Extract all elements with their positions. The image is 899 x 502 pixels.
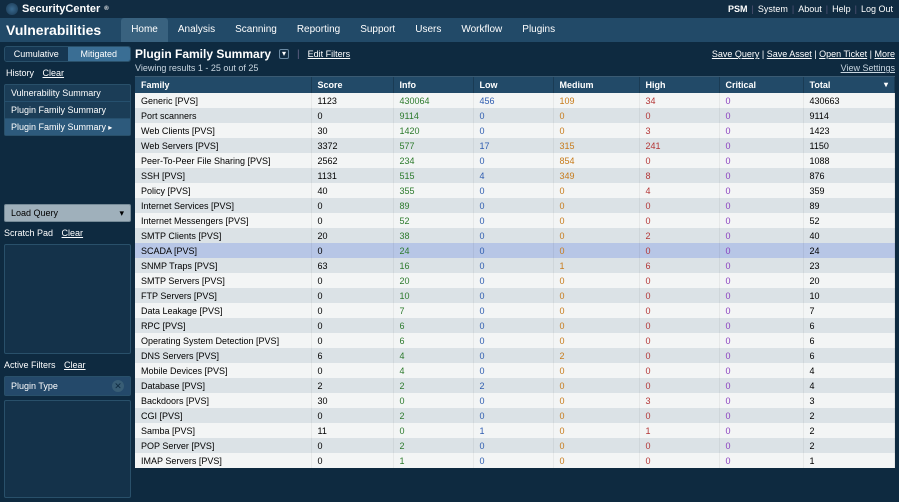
nav-item[interactable]: Vulnerability Summary [5,85,130,102]
col-header-score[interactable]: Score [311,77,393,93]
cumulative-mitigated-toggle[interactable]: Cumulative Mitigated [4,46,131,62]
header-link-more[interactable]: More [874,49,895,59]
col-header-high[interactable]: High [639,77,719,93]
load-query-label: Load Query [11,208,58,218]
scratch-clear-link[interactable]: Clear [62,228,84,238]
history-clear-link[interactable]: Clear [43,68,65,78]
table-row[interactable]: Port scanners0911400009114 [135,108,895,123]
scratch-pad[interactable] [4,244,131,354]
menu-analysis[interactable]: Analysis [168,18,225,42]
header-link-open-ticket[interactable]: Open Ticket [819,49,867,59]
table-row[interactable]: IMAP Servers [PVS]0100001 [135,453,895,468]
header-link-save-asset[interactable]: Save Asset [767,49,812,59]
table-row[interactable]: SCADA [PVS]024000024 [135,243,895,258]
edit-filters-link[interactable]: Edit Filters [308,49,351,59]
table-row[interactable]: SNMP Traps [PVS]6316016023 [135,258,895,273]
brand-text: SecurityCenter [22,3,100,15]
table-row[interactable]: Mobile Devices [PVS]0400004 [135,363,895,378]
active-filter-row[interactable]: Plugin Type✕ [5,377,130,395]
toggle-mitigated[interactable]: Mitigated [68,47,131,61]
brand-icon [6,3,18,15]
toggle-cumulative[interactable]: Cumulative [5,47,68,61]
top-links: PSM|System|About|Help|Log Out [728,4,893,14]
table-row[interactable]: Generic [PVS]1123430064456109340430663 [135,93,895,108]
table-row[interactable]: Peer-To-Peer File Sharing [PVS]256223408… [135,153,895,168]
menu-users[interactable]: Users [405,18,451,42]
col-header-total[interactable]: Total [803,77,895,93]
menu-support[interactable]: Support [350,18,405,42]
history-label: History [6,68,34,78]
table-row[interactable]: Policy [PVS]403550040359 [135,183,895,198]
toplink-psm[interactable]: PSM [728,4,748,14]
chevron-down-icon: ▾ [119,208,124,219]
content: Plugin Family Summary ▾ | Edit Filters S… [135,42,899,502]
menu-workflow[interactable]: Workflow [451,18,512,42]
col-header-info[interactable]: Info [393,77,473,93]
table-row[interactable]: CGI [PVS]0200002 [135,408,895,423]
table-row[interactable]: SMTP Servers [PVS]020000020 [135,273,895,288]
scratch-pad-header: Scratch Pad Clear [4,226,131,240]
menu-reporting[interactable]: Reporting [287,18,350,42]
history-row: History Clear [4,66,131,80]
filters-clear-link[interactable]: Clear [64,360,86,370]
menu-scanning[interactable]: Scanning [225,18,287,42]
table-row[interactable]: FTP Servers [PVS]010000010 [135,288,895,303]
toplink-log-out[interactable]: Log Out [861,4,893,14]
app-title: Vulnerabilities [6,22,101,38]
load-query-dropdown[interactable]: Load Query ▾ [4,204,131,222]
sidebar-spacer [4,400,131,498]
col-header-low[interactable]: Low [473,77,553,93]
brand: SecurityCenter ® [6,3,109,15]
header-link-save-query[interactable]: Save Query [712,49,760,59]
menubar: Vulnerabilities HomeAnalysisScanningRepo… [0,18,899,42]
active-filters-header: Active Filters Clear [4,358,131,372]
table-row[interactable]: POP Server [PVS]0200002 [135,438,895,453]
active-filters: Plugin Type✕ [4,376,131,396]
table-row[interactable]: RPC [PVS]0600006 [135,318,895,333]
col-header-critical[interactable]: Critical [719,77,803,93]
toplink-about[interactable]: About [798,4,822,14]
table-row[interactable]: Samba [PVS]11010102 [135,423,895,438]
table-row[interactable]: SSH [PVS]1131515434980876 [135,168,895,183]
viewing-results: Viewing results 1 - 25 out of 25 [135,63,258,73]
close-icon[interactable]: ✕ [112,380,124,392]
view-settings-link[interactable]: View Settings [841,63,895,73]
brand-tm: ® [104,6,108,12]
table-row[interactable]: Web Servers [PVS]33725771731524101150 [135,138,895,153]
table-row[interactable]: Data Leakage [PVS]0700007 [135,303,895,318]
nav-item[interactable]: Plugin Family Summary [5,119,130,135]
table-row[interactable]: Web Clients [PVS]30142000301423 [135,123,895,138]
toplink-help[interactable]: Help [832,4,851,14]
page-title: Plugin Family Summary [135,47,271,61]
table-row[interactable]: Internet Services [PVS]089000089 [135,198,895,213]
menu-home[interactable]: Home [121,18,168,42]
col-header-medium[interactable]: Medium [553,77,639,93]
plugin-family-table: FamilyScoreInfoLowMediumHighCriticalTota… [135,77,895,468]
table-row[interactable]: Database [PVS]2220004 [135,378,895,393]
table-row[interactable]: Backdoors [PVS]30000303 [135,393,895,408]
sidebar: Cumulative Mitigated History Clear Vulne… [0,42,135,502]
header-links: Save Query | Save Asset | Open Ticket | … [712,49,895,59]
history-nav: Vulnerability SummaryPlugin Family Summa… [4,84,131,136]
table-row[interactable]: Internet Messengers [PVS]052000052 [135,213,895,228]
table-row[interactable]: SMTP Clients [PVS]2038002040 [135,228,895,243]
table-row[interactable]: Operating System Detection [PVS]0600006 [135,333,895,348]
toplink-system[interactable]: System [758,4,788,14]
table-row[interactable]: DNS Servers [PVS]6402006 [135,348,895,363]
col-header-family[interactable]: Family [135,77,311,93]
menu-plugins[interactable]: Plugins [512,18,565,42]
nav-item[interactable]: Plugin Family Summary [5,102,130,119]
expand-icon[interactable]: ▾ [279,49,289,59]
